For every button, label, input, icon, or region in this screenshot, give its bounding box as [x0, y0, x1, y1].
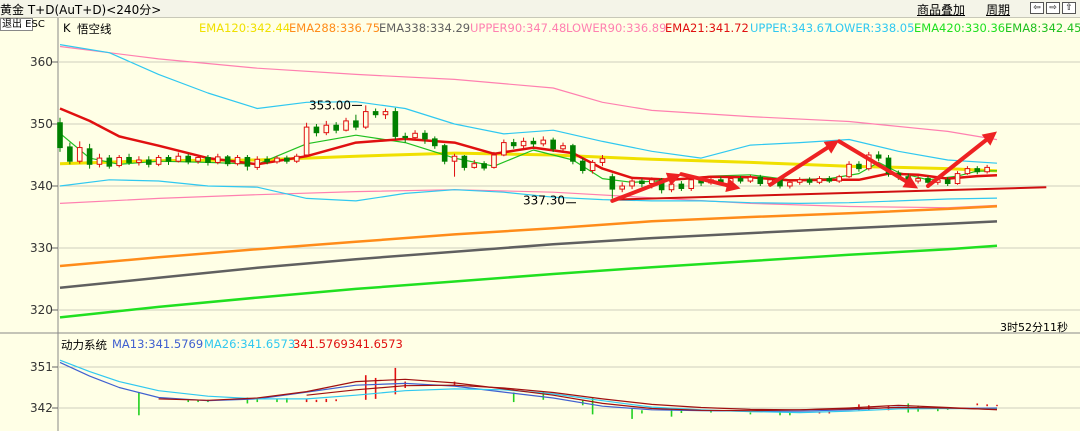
low-annotation: 337.30	[523, 194, 565, 208]
candle-body	[254, 158, 261, 168]
candle-body	[846, 163, 852, 178]
candle-body	[550, 139, 556, 150]
candle-body	[432, 138, 438, 147]
candle-body	[264, 158, 270, 163]
candle-body	[313, 126, 320, 134]
candle-body	[57, 122, 63, 149]
series-ema21	[59, 107, 998, 182]
candle-body	[619, 185, 626, 190]
candle-body	[540, 139, 547, 145]
candle-body	[362, 111, 369, 128]
candle-body	[353, 120, 359, 128]
sub-series-ma13	[59, 361, 998, 412]
candle-body	[796, 179, 803, 183]
candle-body	[372, 111, 379, 116]
candle-body	[491, 154, 497, 168]
candle-body	[925, 178, 931, 183]
candle-body	[343, 120, 349, 131]
candle-body	[402, 135, 409, 139]
candle-body	[964, 168, 971, 175]
candle-body	[136, 159, 142, 163]
candle-body	[412, 132, 418, 139]
candle-body	[323, 124, 330, 134]
candle-body	[155, 156, 162, 165]
candle-body	[836, 176, 842, 182]
candle-body	[451, 155, 458, 162]
high-annotation: 353.00	[309, 99, 351, 113]
candle-body	[520, 140, 527, 147]
candle-body	[747, 176, 754, 182]
y-tick-label: 320	[30, 303, 53, 317]
candle-body	[579, 160, 586, 171]
candle-body	[915, 178, 921, 182]
y-tick-label: 350	[30, 117, 53, 131]
candle-body	[382, 111, 389, 116]
series-ema420	[59, 244, 998, 319]
candle-body	[510, 142, 517, 147]
trend-line	[612, 186, 1047, 201]
candle-body	[560, 145, 566, 150]
candle-body	[678, 183, 685, 189]
candle-body	[116, 156, 122, 167]
candle-body	[333, 124, 339, 131]
candle-body	[570, 145, 576, 162]
sub-series-ma26	[59, 359, 998, 414]
candle-body	[224, 156, 231, 165]
sub-y-tick-label: 351	[30, 360, 53, 374]
candle-body	[461, 155, 468, 168]
candle-body	[165, 156, 172, 162]
y-tick-label: 360	[30, 55, 53, 69]
candle-body	[234, 156, 241, 165]
candle-body	[126, 156, 132, 163]
candle-body	[205, 156, 211, 163]
candle-body	[67, 146, 73, 162]
candle-body	[757, 176, 764, 185]
candle-body	[984, 166, 990, 173]
candle-body	[76, 147, 83, 162]
candle-body	[185, 155, 192, 163]
candle-body	[639, 180, 645, 185]
candle-body	[688, 179, 695, 189]
candle-body	[944, 179, 951, 185]
candle-body	[471, 163, 478, 168]
candle-body	[856, 163, 862, 170]
sub-y-tick-label: 342	[30, 401, 53, 415]
candle-body	[737, 178, 744, 182]
series-upper90	[59, 45, 998, 141]
candle-body	[106, 157, 113, 167]
candle-body	[481, 163, 487, 169]
candle-body	[244, 156, 251, 167]
candle-body	[392, 111, 399, 137]
candle-body	[284, 157, 290, 162]
candle-body	[974, 168, 981, 173]
candle-body	[195, 156, 201, 162]
candle-body	[609, 176, 616, 190]
candle-body	[175, 155, 182, 162]
candle-body	[293, 155, 300, 162]
candle-body	[954, 173, 961, 185]
candle-body	[826, 178, 833, 182]
sub-series-3415769	[158, 378, 998, 412]
candle-body	[86, 148, 93, 165]
candle-body	[816, 178, 823, 183]
price-chart[interactable]: 360 350 340 330 320 351 342 353.00 337.30	[0, 0, 1080, 431]
candle-body	[629, 180, 635, 187]
candle-body	[787, 181, 793, 187]
candle-body	[806, 179, 813, 183]
candle-body	[274, 157, 280, 163]
candle-body	[599, 158, 606, 163]
series-ema288	[59, 204, 998, 268]
y-tick-label: 330	[30, 241, 53, 255]
candle-body	[215, 156, 221, 163]
candle-body	[303, 126, 310, 156]
candle-body	[875, 154, 882, 159]
candle-body	[501, 142, 507, 156]
candle-body	[96, 157, 103, 165]
candle-body	[530, 140, 537, 145]
candle-body	[441, 145, 448, 162]
candle-body	[589, 161, 596, 172]
y-tick-label: 340	[30, 179, 53, 193]
candle-body	[422, 132, 428, 140]
candle-body	[145, 159, 152, 165]
